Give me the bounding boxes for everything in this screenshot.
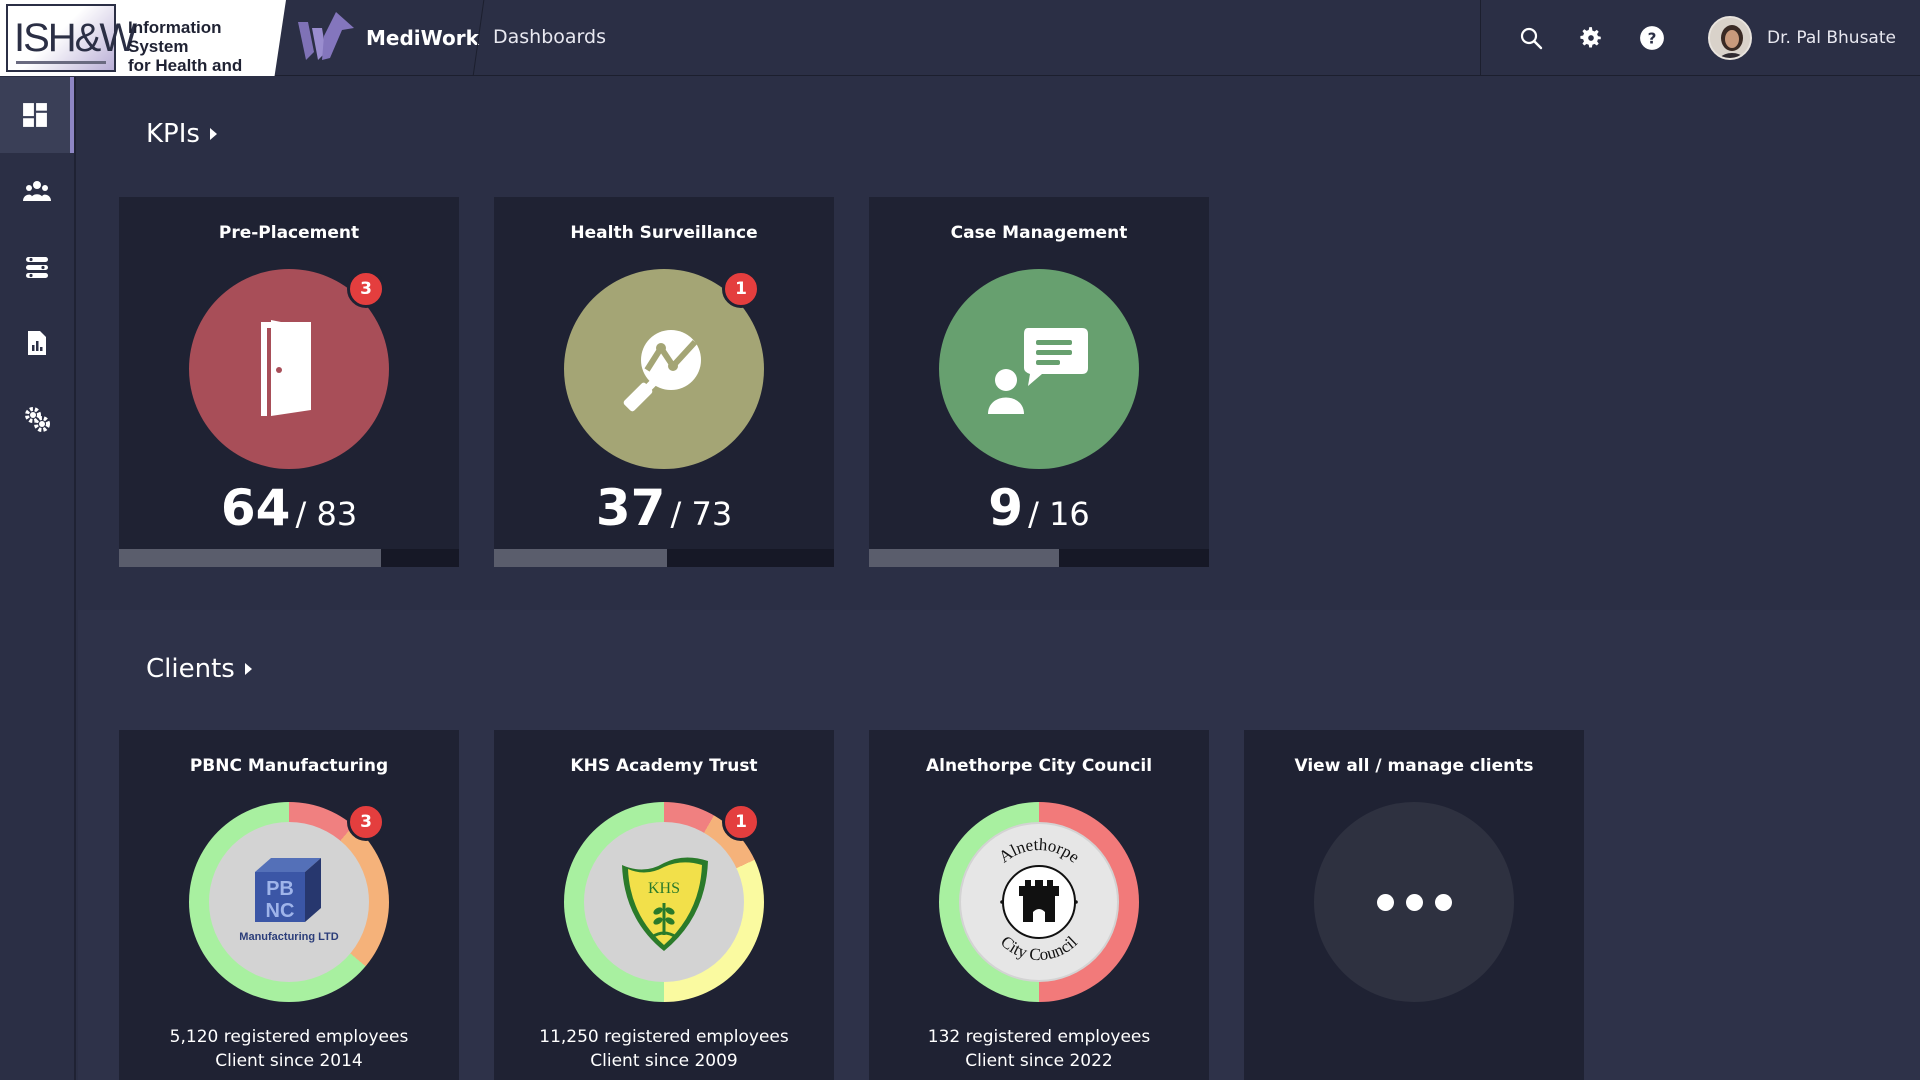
kpi-progress-bar <box>494 549 834 567</box>
brand-mark-text: ISH&W <box>14 16 137 60</box>
client-card-title: Alnethorpe City Council <box>925 756 1153 776</box>
kpi-section-header[interactable]: KPIs <box>146 119 217 149</box>
admin-settings-icon <box>25 407 50 432</box>
sidebar-item-reports[interactable] <box>0 305 74 381</box>
sidebar-item-workflow[interactable] <box>0 229 74 305</box>
mediwork-logo-icon[interactable] <box>296 8 362 64</box>
kpi-progress-fill <box>494 549 668 567</box>
kpi-card-health-surveillance[interactable]: Health Surveillance 1 37 / 73 <box>494 197 834 567</box>
sidebar <box>0 77 76 1080</box>
client-since: Client since 2022 <box>965 1051 1113 1071</box>
pbnc-logo-text-bottom: NC <box>266 900 295 922</box>
kpi-card-title: Case Management <box>950 223 1128 243</box>
kpi-progress-fill <box>869 549 1060 567</box>
client-card-khs[interactable]: KHS Academy Trust KHS 1 11,250 registere… <box>494 730 834 1080</box>
client-logo: Alnethorpe City Council <box>959 822 1119 982</box>
kpi-progress-bar <box>119 549 459 567</box>
client-info: 132 registered employees Client since 20… <box>869 1025 1209 1073</box>
client-info: 5,120 registered employees Client since … <box>119 1025 459 1073</box>
view-all-clients-card[interactable]: View all / manage clients <box>1244 730 1584 1080</box>
client-card-pbnc[interactable]: PBNC Manufacturing PB NC Manufacturing L… <box>119 730 459 1080</box>
client-since: Client since 2014 <box>215 1051 363 1071</box>
council-seal-logo-icon: Alnethorpe City Council <box>961 824 1117 980</box>
more-dot <box>1376 893 1394 911</box>
settings-icon[interactable] <box>1577 24 1605 52</box>
magnifier-chart-icon <box>623 330 701 412</box>
kpi-count: 9 <box>988 479 1024 537</box>
people-icon <box>23 181 51 201</box>
sidebar-item-dashboards[interactable] <box>0 77 74 153</box>
client-since: Client since 2009 <box>590 1051 738 1071</box>
client-card-alnethorpe[interactable]: Alnethorpe City Council Alnethorpe City … <box>869 730 1209 1080</box>
client-logo: KHS <box>584 822 744 982</box>
pbnc-logo-icon: PB NC Manufacturing LTD <box>239 858 339 943</box>
notification-badge: 1 <box>722 270 760 308</box>
kpi-total: / 73 <box>670 495 733 533</box>
client-logo: PB NC Manufacturing LTD <box>209 822 369 982</box>
sidebar-item-people[interactable] <box>0 153 74 229</box>
kpi-total: / 16 <box>1028 495 1090 533</box>
kpi-value: 9 / 16 <box>869 479 1209 537</box>
caret-right-icon <box>244 663 252 675</box>
kpi-total: / 83 <box>295 495 358 533</box>
more-dot <box>1405 893 1423 911</box>
kpi-card-case-management[interactable]: Case Management 9 / 16 <box>869 197 1209 567</box>
kpi-section: KPIs Pre-Placement 3 64 / 83 Health Surv… <box>78 77 1920 609</box>
notification-badge: 1 <box>722 803 760 841</box>
person-chat-icon <box>988 328 1088 414</box>
more-icon <box>1314 802 1514 1002</box>
brand-logo-box[interactable]: ISH&W Information System for Health and … <box>0 0 286 76</box>
kpi-progress-fill <box>119 549 381 567</box>
notification-badge: 3 <box>347 803 385 841</box>
kpi-circle <box>939 269 1139 469</box>
help-icon[interactable]: ? <box>1638 24 1666 52</box>
workflow-icon <box>26 257 48 278</box>
client-employees: 5,120 registered employees <box>169 1027 409 1047</box>
view-all-clients-title: View all / manage clients <box>1294 756 1534 776</box>
door-icon <box>261 320 311 416</box>
caret-right-icon <box>209 128 217 140</box>
clients-section-title: Clients <box>146 654 235 684</box>
clients-section-header[interactable]: Clients <box>146 654 252 684</box>
report-icon <box>28 331 46 355</box>
top-bar: ISH&W Information System for Health and … <box>0 0 1920 76</box>
ishw-logo: ISH&W <box>6 4 137 72</box>
brand-mark-underline <box>16 61 106 64</box>
breadcrumb[interactable]: Dashboards <box>493 26 606 48</box>
clients-section: Clients PBNC Manufacturing PB NC Manufac… <box>78 610 1920 1080</box>
user-name[interactable]: Dr. Pal Bhusate <box>1767 28 1896 48</box>
app-name[interactable]: MediWork <box>366 26 479 50</box>
sidebar-item-admin[interactable] <box>0 381 74 457</box>
client-info: 11,250 registered employees Client since… <box>494 1025 834 1073</box>
pbnc-logo-text-top: PB <box>266 878 294 900</box>
kpi-progress-bar <box>869 549 1209 567</box>
dashboard-icon <box>23 103 47 127</box>
more-dot <box>1434 893 1452 911</box>
khs-logo-text: KHS <box>648 880 680 897</box>
kpi-count: 37 <box>595 479 666 537</box>
svg-text:?: ? <box>1648 29 1657 47</box>
notification-badge: 3 <box>347 270 385 308</box>
kpi-value: 37 / 73 <box>494 479 834 537</box>
client-employees: 11,250 registered employees <box>539 1027 789 1047</box>
pbnc-logo-subtext: Manufacturing LTD <box>239 931 338 943</box>
avatar[interactable] <box>1708 16 1752 60</box>
kpi-card-title: Pre-Placement <box>218 223 360 243</box>
kpi-value: 64 / 83 <box>119 479 459 537</box>
client-card-title: PBNC Manufacturing <box>189 756 389 776</box>
kpi-card-title: Health Surveillance <box>570 223 758 243</box>
client-employees: 132 registered employees <box>927 1027 1151 1047</box>
header-divider-right <box>1480 0 1481 76</box>
client-status-ring: Alnethorpe City Council <box>939 802 1139 1002</box>
kpi-section-title: KPIs <box>146 119 200 149</box>
search-icon[interactable] <box>1517 24 1545 52</box>
khs-shield-logo-icon: KHS <box>622 857 708 951</box>
client-card-title: KHS Academy Trust <box>570 756 758 776</box>
kpi-card-pre-placement[interactable]: Pre-Placement 3 64 / 83 <box>119 197 459 567</box>
kpi-count: 64 <box>220 479 291 537</box>
brand-line-1: Information System <box>128 18 222 56</box>
